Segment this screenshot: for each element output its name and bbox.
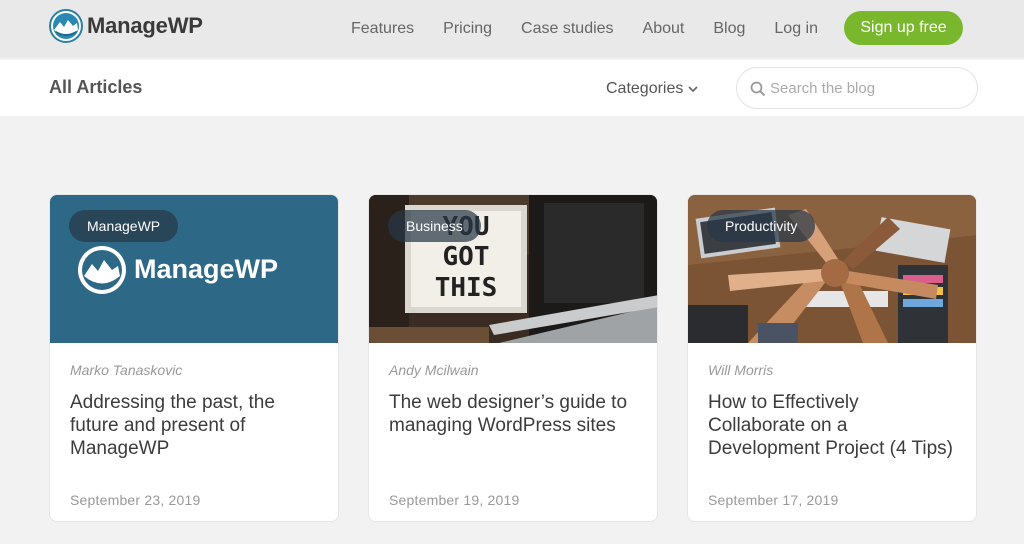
nav-blog[interactable]: Blog bbox=[713, 20, 745, 38]
article-image: YOU GOT THIS Business bbox=[369, 195, 657, 343]
category-badge[interactable]: Business bbox=[388, 210, 481, 242]
nav-features[interactable]: Features bbox=[351, 20, 414, 38]
image-brand-text: ManageWP bbox=[134, 254, 278, 284]
article-title[interactable]: Addressing the past, the future and pres… bbox=[70, 391, 315, 460]
brand-logo[interactable]: ManageWP bbox=[49, 9, 203, 43]
categories-dropdown[interactable]: Categories bbox=[606, 80, 699, 98]
article-date: September 23, 2019 bbox=[70, 492, 201, 508]
sign-line-2: GOT bbox=[443, 242, 490, 272]
nav-case-studies[interactable]: Case studies bbox=[521, 20, 614, 38]
article-author: Marko Tanaskovic bbox=[70, 362, 183, 378]
nav-about[interactable]: About bbox=[643, 20, 685, 38]
categories-label: Categories bbox=[606, 80, 684, 97]
chevron-down-icon bbox=[688, 86, 698, 93]
article-date: September 19, 2019 bbox=[389, 492, 520, 508]
article-title[interactable]: The web designer’s guide to managing Wor… bbox=[389, 391, 634, 437]
article-card[interactable]: ManageWP ManageWP Marko Tanaskovic Addre… bbox=[49, 194, 339, 522]
main-nav: Features Pricing Case studies About Blog… bbox=[351, 0, 847, 58]
article-date: September 17, 2019 bbox=[708, 492, 839, 508]
nav-log-in[interactable]: Log in bbox=[774, 20, 818, 38]
managewp-logo-icon bbox=[49, 9, 83, 43]
article-title[interactable]: How to Effectively Collaborate on a Deve… bbox=[708, 391, 953, 460]
search-icon bbox=[750, 81, 766, 97]
brand-name: ManageWP bbox=[87, 13, 203, 38]
search-box bbox=[736, 67, 978, 109]
article-card[interactable]: Productivity Will Morris How to Effectiv… bbox=[687, 194, 977, 522]
article-author: Andy Mcilwain bbox=[389, 362, 479, 378]
article-card[interactable]: YOU GOT THIS Business Andy Mcilwain The … bbox=[368, 194, 658, 522]
blog-subheader: All Articles Categories bbox=[0, 60, 1024, 116]
page-title: All Articles bbox=[49, 77, 143, 97]
article-image: Productivity bbox=[688, 195, 976, 343]
sign-line-3: THIS bbox=[435, 273, 498, 303]
sign-up-button[interactable]: Sign up free bbox=[844, 11, 963, 45]
article-author: Will Morris bbox=[708, 362, 774, 378]
category-badge[interactable]: ManageWP bbox=[69, 210, 179, 242]
article-image: ManageWP ManageWP bbox=[50, 195, 338, 343]
nav-pricing[interactable]: Pricing bbox=[443, 20, 492, 38]
category-badge[interactable]: Productivity bbox=[707, 210, 816, 242]
search-input[interactable] bbox=[770, 76, 965, 100]
top-navigation: ManageWP Features Pricing Case studies A… bbox=[0, 0, 1024, 58]
